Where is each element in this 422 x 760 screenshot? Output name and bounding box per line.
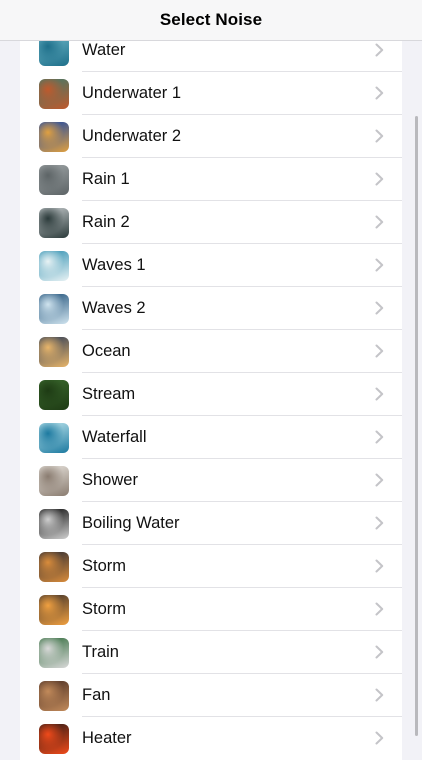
list-item-label: Underwater 2 — [82, 127, 182, 145]
chevron-right-icon — [375, 731, 384, 745]
list-item-label: Ocean — [82, 342, 131, 360]
noise-thumbnail — [39, 294, 69, 324]
noise-thumbnail — [39, 466, 69, 496]
noise-thumbnail — [39, 638, 69, 668]
list-item[interactable]: Shower — [20, 459, 402, 502]
noise-thumbnail — [39, 423, 69, 453]
list-item-label: Train — [82, 643, 119, 661]
list-item-label: Rain 2 — [82, 213, 130, 231]
chevron-right-icon — [375, 645, 384, 659]
list-item-label: Waves 2 — [82, 299, 146, 317]
chevron-right-icon — [375, 86, 384, 100]
list-item-label: Underwater 1 — [82, 84, 182, 102]
noise-thumbnail — [39, 208, 69, 238]
chevron-right-icon — [375, 172, 384, 186]
list-item[interactable]: Ocean — [20, 330, 402, 373]
list-item-label: Water — [82, 41, 126, 59]
list-item[interactable]: Storm — [20, 588, 402, 631]
list-item-label: Storm — [82, 557, 127, 575]
chevron-right-icon — [375, 688, 384, 702]
list-item[interactable]: Stream — [20, 373, 402, 416]
chevron-right-icon — [375, 344, 384, 358]
noise-thumbnail — [39, 509, 69, 539]
chevron-right-icon — [375, 559, 384, 573]
chevron-right-icon — [375, 43, 384, 57]
chevron-right-icon — [375, 215, 384, 229]
noise-list: Water Underwater 1 Underwater 2 Rain 1 Rain … — [20, 29, 402, 760]
chevron-right-icon — [375, 516, 384, 530]
list-item-label: Waves 1 — [82, 256, 146, 274]
list-item[interactable]: Underwater 2 — [20, 115, 402, 158]
list-item-label: Storm — [82, 600, 127, 618]
chevron-right-icon — [375, 473, 384, 487]
noise-thumbnail — [39, 681, 69, 711]
list-item-label: Heater — [82, 729, 132, 747]
list-item-label: Shower — [82, 471, 138, 489]
noise-thumbnail — [39, 79, 69, 109]
list-item[interactable]: Underwater 1 — [20, 72, 402, 115]
list-item[interactable]: Train — [20, 631, 402, 674]
chevron-right-icon — [375, 602, 384, 616]
list-item-label: Boiling Water — [82, 514, 180, 532]
chevron-right-icon — [375, 430, 384, 444]
chevron-right-icon — [375, 258, 384, 272]
list-item-label: Waterfall — [82, 428, 147, 446]
noise-thumbnail — [39, 552, 69, 582]
list-item[interactable]: Waterfall — [20, 416, 402, 459]
list-item[interactable]: Rain 1 — [20, 158, 402, 201]
navigation-bar: Select Noise — [0, 0, 422, 41]
list-item-label: Stream — [82, 385, 136, 403]
list-item[interactable]: Waves 2 — [20, 287, 402, 330]
list-item[interactable]: Storm — [20, 545, 402, 588]
scroll-indicator[interactable] — [415, 116, 418, 736]
list-item[interactable]: Heater — [20, 717, 402, 760]
noise-thumbnail — [39, 165, 69, 195]
list-item[interactable]: Rain 2 — [20, 201, 402, 244]
list-item[interactable]: Waves 1 — [20, 244, 402, 287]
list-item[interactable]: Fan — [20, 674, 402, 717]
noise-thumbnail — [39, 251, 69, 281]
page-title: Select Noise — [159, 10, 263, 29]
noise-thumbnail — [39, 122, 69, 152]
list-item-label: Fan — [82, 686, 111, 704]
chevron-right-icon — [375, 129, 384, 143]
noise-thumbnail — [39, 380, 69, 410]
noise-thumbnail — [39, 337, 69, 367]
chevron-right-icon — [375, 301, 384, 315]
chevron-right-icon — [375, 387, 384, 401]
list-item[interactable]: Boiling Water — [20, 502, 402, 545]
list-item-label: Rain 1 — [82, 170, 130, 188]
noise-thumbnail — [39, 595, 69, 625]
